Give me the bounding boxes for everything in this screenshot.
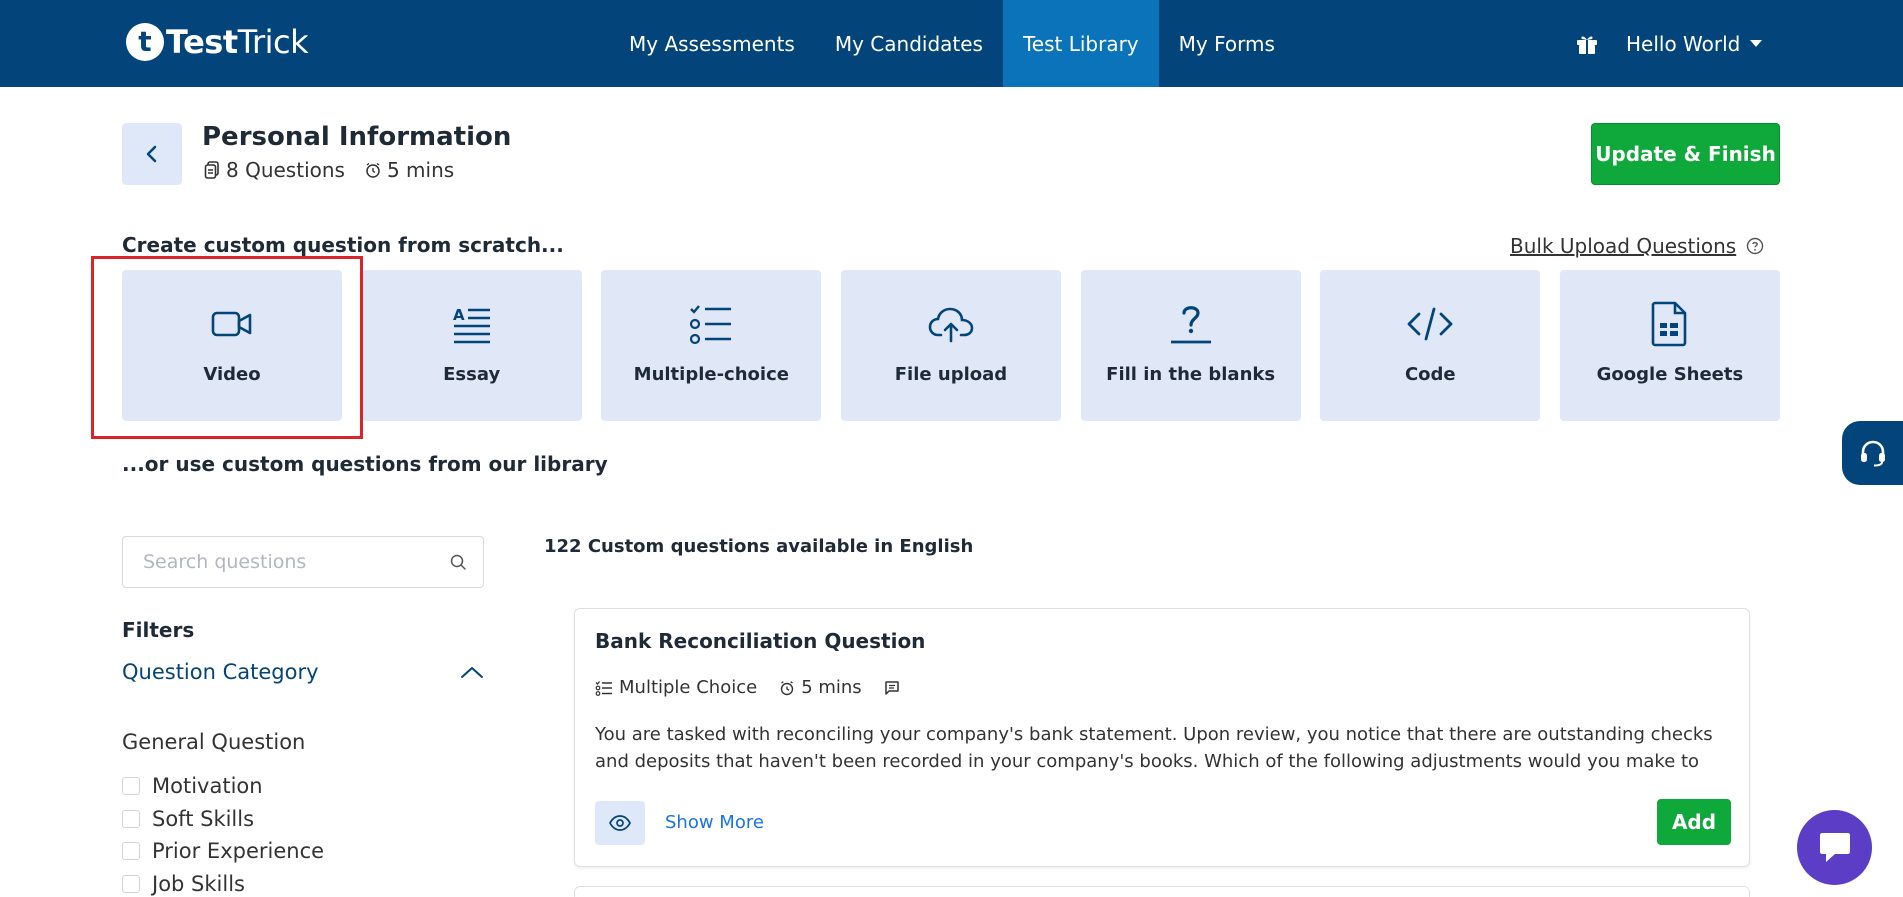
- chat-button[interactable]: [1797, 810, 1872, 885]
- question-card: Bank Reconciliation Question Multiple Ch…: [574, 608, 1750, 867]
- checkbox[interactable]: [122, 874, 140, 893]
- tile-google-sheets[interactable]: Google Sheets: [1559, 270, 1780, 421]
- tile-multiple-choice[interactable]: Multiple-choice: [601, 270, 822, 421]
- filter-motivation[interactable]: Motivation: [122, 770, 324, 803]
- bulk-upload-link[interactable]: Bulk Upload Questions: [1510, 234, 1764, 258]
- filters-title: Filters: [122, 618, 195, 642]
- checklist-icon: [690, 305, 732, 345]
- cloud-upload-icon: [928, 307, 974, 343]
- duration: 5 mins: [386, 158, 455, 182]
- preview-button[interactable]: [595, 801, 645, 845]
- user-name: Hello World: [1626, 31, 1741, 56]
- top-navbar: t TestTrick My Assessments My Candidates…: [0, 0, 1903, 87]
- comment-icon: [884, 680, 899, 695]
- checkbox[interactable]: [122, 842, 140, 861]
- spreadsheet-icon: [1651, 301, 1687, 347]
- question-title: Bank Reconciliation Question: [595, 629, 926, 653]
- questions-icon: [204, 161, 219, 179]
- main-nav: My Assessments My Candidates Test Librar…: [609, 0, 1295, 87]
- tile-file-upload[interactable]: File upload: [840, 270, 1061, 421]
- assessment-meta: 8 Questions 5 mins: [204, 158, 474, 182]
- search-icon[interactable]: [449, 553, 467, 571]
- question-type-tiles: Video A Essay Multiple-choice File uploa…: [122, 270, 1780, 421]
- support-button[interactable]: [1842, 421, 1903, 485]
- question-type: Multiple Choice: [619, 677, 758, 698]
- question-mark-icon: [1170, 306, 1211, 344]
- questions-available-count: 122 Custom questions available in Englis…: [544, 536, 974, 557]
- essay-icon: A: [453, 306, 490, 344]
- library-section-title: ...or use custom questions from our libr…: [122, 452, 608, 476]
- help-icon[interactable]: [1746, 237, 1764, 255]
- nav-my-forms[interactable]: My Forms: [1159, 0, 1295, 87]
- testtrick-logo[interactable]: t TestTrick: [126, 22, 309, 62]
- gift-icon[interactable]: [1572, 29, 1602, 59]
- question-card-next: [574, 886, 1750, 897]
- questions-count: 8 Questions: [226, 158, 345, 182]
- question-duration: 5 mins: [801, 677, 862, 698]
- logo-text: TestTrick: [166, 23, 309, 61]
- tile-essay[interactable]: A Essay: [361, 270, 582, 421]
- nav-right: Hello World: [1572, 0, 1763, 87]
- nav-my-assessments[interactable]: My Assessments: [609, 0, 815, 87]
- question-meta: Multiple Choice 5 mins: [595, 677, 928, 698]
- filter-soft-skills[interactable]: Soft Skills: [122, 803, 324, 836]
- clock-icon: [366, 162, 380, 178]
- clock-icon: [780, 680, 794, 695]
- code-icon: [1407, 307, 1453, 341]
- update-finish-button[interactable]: Update & Finish: [1591, 123, 1780, 185]
- category-title: Question Category: [122, 660, 319, 684]
- chevron-left-icon: [146, 145, 157, 163]
- tile-fill-in-the-blanks[interactable]: Fill in the blanks: [1080, 270, 1301, 421]
- filter-prior-experience[interactable]: Prior Experience: [122, 835, 324, 868]
- category-options: Motivation Soft Skills Prior Experience …: [122, 770, 324, 897]
- checkbox[interactable]: [122, 777, 140, 796]
- filter-job-skills[interactable]: Job Skills: [122, 868, 324, 897]
- headset-icon: [1860, 440, 1885, 467]
- search-box: [122, 536, 484, 588]
- svg-text:A: A: [453, 306, 465, 324]
- show-more-link[interactable]: Show More: [665, 812, 764, 833]
- search-input[interactable]: [143, 551, 449, 573]
- add-question-button[interactable]: Add: [1657, 799, 1731, 845]
- user-menu[interactable]: Hello World: [1626, 31, 1763, 56]
- eye-icon: [609, 815, 631, 831]
- create-section-title: Create custom question from scratch...: [122, 233, 564, 257]
- category-group-title: General Question: [122, 730, 306, 754]
- video-icon: [211, 311, 252, 337]
- question-description: You are tasked with reconciling your com…: [595, 724, 1713, 772]
- chat-bubble-icon: [1819, 832, 1850, 862]
- tile-code[interactable]: Code: [1320, 270, 1541, 421]
- chevron-up-icon: [461, 667, 483, 678]
- question-category-toggle[interactable]: Question Category: [122, 660, 484, 684]
- logo-mark-icon: t: [126, 23, 164, 61]
- nav-test-library[interactable]: Test Library: [1002, 0, 1159, 87]
- page-title: Personal Information: [202, 122, 512, 152]
- back-button[interactable]: [122, 123, 182, 185]
- nav-my-candidates[interactable]: My Candidates: [815, 0, 1003, 87]
- chevron-down-icon: [1750, 40, 1763, 47]
- checklist-icon: [595, 680, 612, 696]
- tile-video[interactable]: Video: [122, 270, 342, 421]
- checkbox[interactable]: [122, 809, 140, 828]
